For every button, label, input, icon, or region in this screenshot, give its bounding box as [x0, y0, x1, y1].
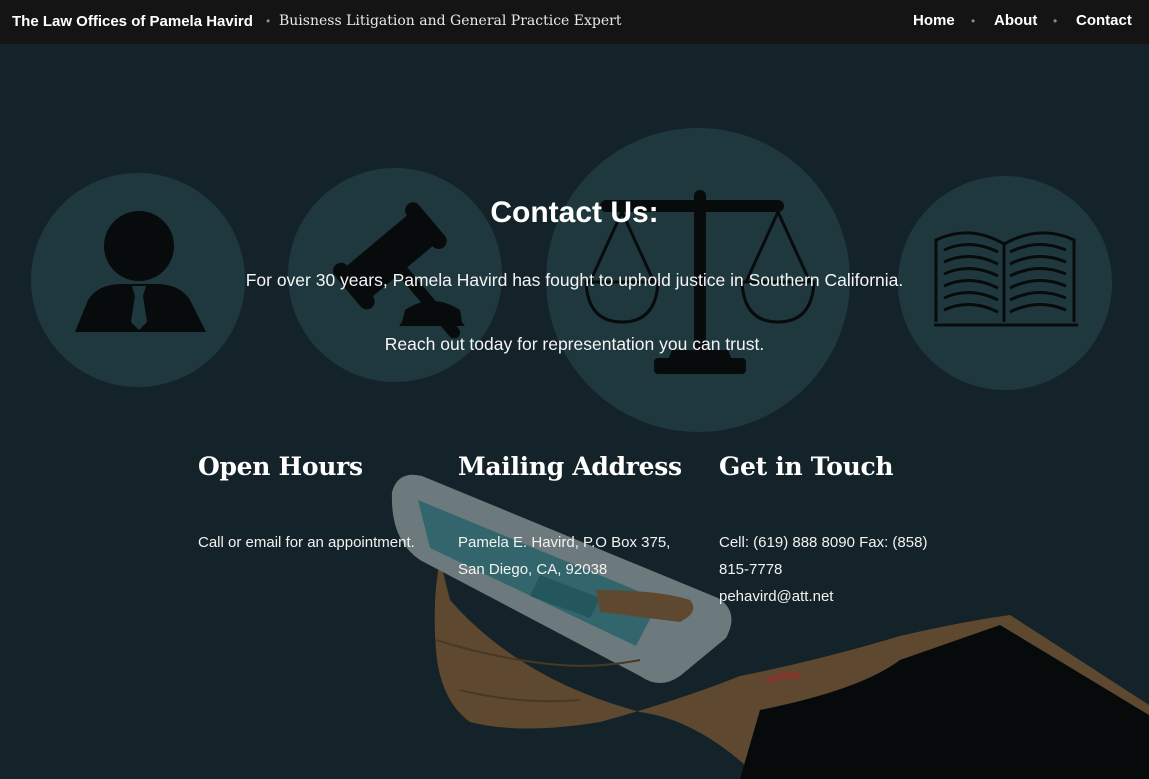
- get-in-touch-section: Get in Touch Cell: (619) 888 8090 Fax: (…: [719, 452, 979, 610]
- separator-dot: •: [266, 14, 271, 28]
- intro-text: For over 30 years, Pamela Havird has fou…: [245, 270, 904, 290]
- separator-dot: •: [1053, 14, 1058, 28]
- background-illustration: [0, 44, 1149, 779]
- phone-fax-line-2: 815-7778: [719, 561, 783, 578]
- intro-cta-text: Reach out today for representation you c…: [384, 334, 765, 354]
- site-tagline: Buisness Litigation and General Practice…: [279, 13, 622, 29]
- page-title: Contact Us:: [490, 196, 659, 229]
- address-line-1: Pamela E. Havird, P.O Box 375,: [458, 534, 671, 551]
- site-header: The Law Offices of Pamela Havird • Buisn…: [0, 0, 1149, 44]
- get-in-touch-heading: Get in Touch: [719, 452, 894, 481]
- phone-fax-line-1: Cell: (619) 888 8090 Fax: (858): [719, 534, 928, 551]
- open-hours-heading: Open Hours: [198, 452, 363, 481]
- nav-contact-link[interactable]: Contact: [1076, 12, 1132, 29]
- open-hours-text: Call or email for an appointment.: [198, 534, 415, 551]
- email-link[interactable]: pehavird@att.net: [719, 583, 979, 610]
- nav-about-link[interactable]: About: [994, 12, 1037, 29]
- site-title-link[interactable]: The Law Offices of Pamela Havird: [12, 13, 253, 30]
- address-line-2: San Diego, CA, 92038: [458, 561, 608, 578]
- mailing-address-heading: Mailing Address: [458, 452, 682, 481]
- nav-home-link[interactable]: Home: [913, 12, 955, 29]
- separator-dot: •: [971, 14, 976, 28]
- open-hours-section: Open Hours Call or email for an appointm…: [198, 452, 448, 556]
- mailing-address-section: Mailing Address Pamela E. Havird, P.O Bo…: [458, 452, 708, 583]
